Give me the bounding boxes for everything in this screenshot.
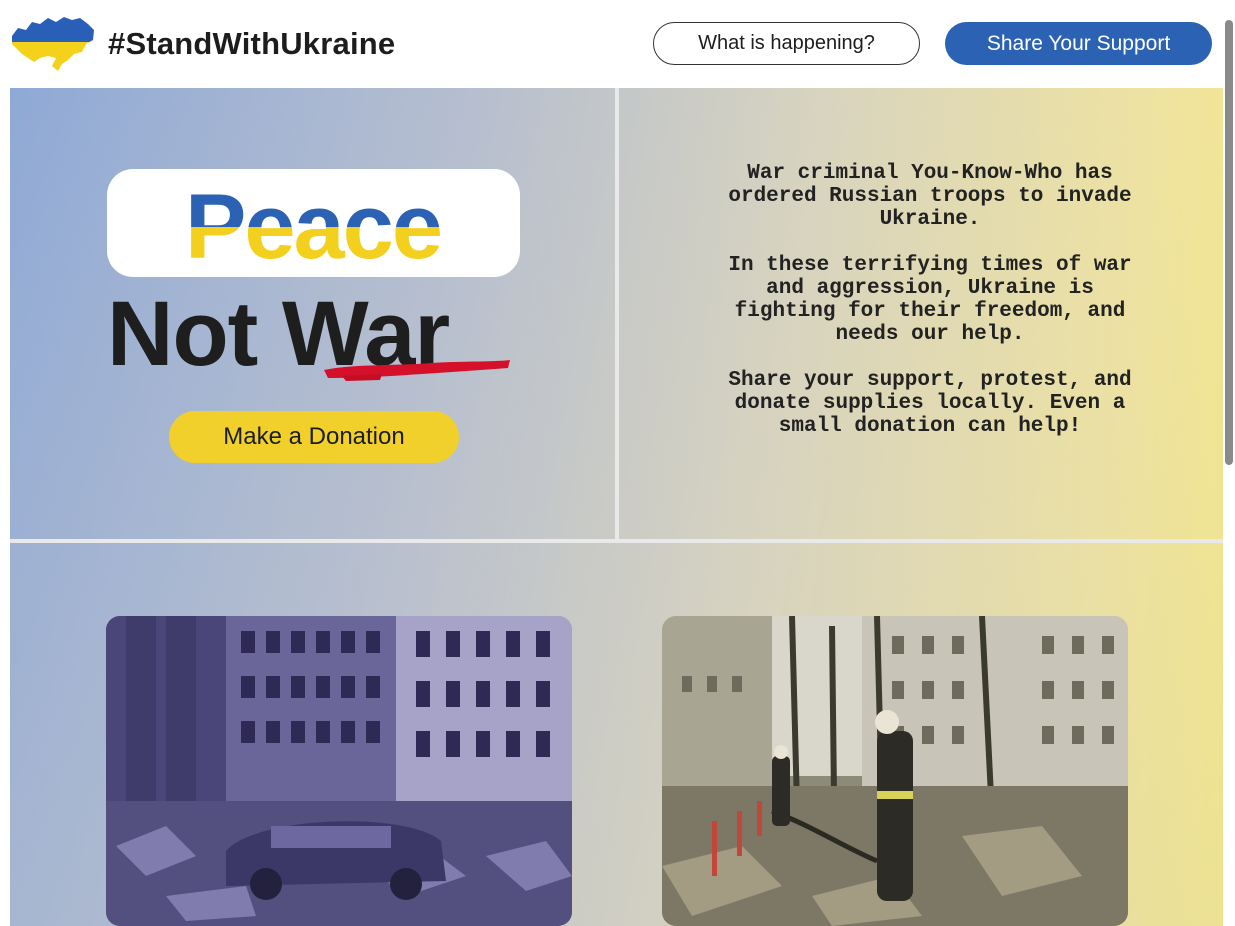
message-block: War criminal You-Know-Who has ordered Ru… bbox=[710, 162, 1150, 461]
hero-section: Peace Not War Make a Donation War crimin… bbox=[10, 88, 1223, 926]
message-paragraph-3: Share your support, protest, and donate … bbox=[728, 369, 1132, 438]
firefighters-rubble-photo bbox=[662, 616, 1128, 926]
make-donation-button[interactable]: Make a Donation bbox=[169, 411, 459, 463]
vertical-divider bbox=[615, 88, 619, 542]
scrollbar[interactable] bbox=[1223, 0, 1235, 926]
red-brush-underline bbox=[324, 360, 510, 381]
peace-badge: Peace bbox=[107, 169, 520, 277]
peace-word: Peace bbox=[185, 176, 441, 277]
scrollbar-thumb[interactable] bbox=[1225, 20, 1233, 465]
message-paragraph-2: In these terrifying times of war and agg… bbox=[728, 254, 1132, 346]
site-title: #StandWithUkraine bbox=[108, 26, 396, 61]
share-support-button[interactable]: Share Your Support bbox=[945, 22, 1212, 65]
destroyed-buildings-photo bbox=[106, 616, 572, 926]
what-is-happening-button[interactable]: What is happening? bbox=[653, 22, 920, 65]
horizontal-divider bbox=[10, 539, 1223, 543]
message-paragraph-1: War criminal You-Know-Who has ordered Ru… bbox=[728, 162, 1132, 231]
site-header: #StandWithUkraine What is happening? Sha… bbox=[0, 0, 1235, 88]
peace-heading: Peace bbox=[185, 176, 443, 277]
ukraine-map-flag-icon[interactable] bbox=[10, 14, 96, 72]
